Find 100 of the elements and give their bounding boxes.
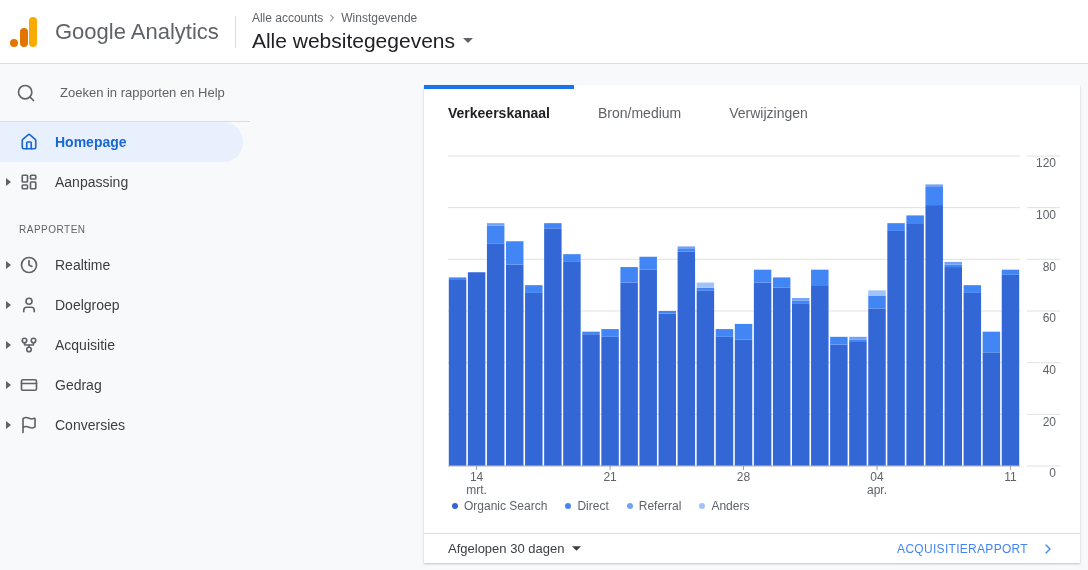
legend-label: Direct [577, 498, 609, 515]
period-selector[interactable]: Afgelopen 30 dagen [448, 538, 582, 559]
bar [982, 331, 1001, 353]
y-tick-label: 40 [1042, 362, 1056, 377]
chart-bar[interactable] [944, 261, 962, 466]
bar [925, 187, 943, 206]
chart-bar[interactable] [467, 272, 486, 466]
chart-bar[interactable] [696, 282, 715, 466]
nav-item[interactable]: Conversies [0, 405, 243, 445]
logo-icon [10, 16, 37, 47]
bar [887, 223, 905, 231]
nav-item[interactable]: Doelgroep [0, 285, 243, 325]
chart-bar[interactable] [486, 223, 505, 466]
legend-label: Organic Search [464, 498, 548, 515]
chart-bar[interactable] [963, 285, 982, 466]
chart-bar[interactable] [811, 269, 829, 466]
bar [982, 352, 1001, 466]
search-icon [16, 82, 36, 103]
chart-bar[interactable] [544, 223, 562, 466]
window-icon [20, 376, 38, 394]
chart-bar[interactable] [620, 267, 638, 466]
chart-bar[interactable] [868, 290, 886, 466]
bar [734, 323, 753, 340]
view-selector[interactable]: Alle websitegegevens [251, 26, 473, 55]
nav-item[interactable]: Aanpassing [0, 162, 243, 202]
chart-bar[interactable] [1001, 269, 1020, 466]
chart-bar[interactable] [849, 336, 867, 466]
chart-bar[interactable] [906, 215, 924, 466]
chart-bar[interactable] [792, 298, 810, 466]
bar [906, 215, 924, 224]
dashboard-icon [20, 173, 38, 191]
expand-caret-icon[interactable] [6, 421, 11, 429]
chart-bar[interactable] [639, 256, 657, 466]
expand-caret-icon[interactable] [6, 178, 11, 186]
bar [715, 329, 734, 337]
bar [620, 267, 638, 283]
chart-bar[interactable] [753, 269, 772, 466]
chart-bar[interactable] [506, 241, 524, 466]
y-tick-label: 60 [1042, 311, 1056, 326]
x-tick-label: 04 apr. [867, 470, 887, 497]
nav-item[interactable]: Gedrag [0, 365, 243, 405]
y-tick-label: 100 [1035, 207, 1056, 222]
clock-icon [20, 256, 38, 274]
nav-item[interactable]: Homepage [0, 122, 243, 162]
nav-item[interactable]: Realtime [0, 245, 243, 285]
y-tick-label: 20 [1042, 414, 1056, 429]
dropdown-caret-icon [463, 38, 473, 43]
nav-item[interactable]: Acquisitie [0, 325, 243, 365]
bar [506, 241, 524, 265]
product-name: Google Analytics [55, 18, 219, 46]
bar [830, 336, 848, 345]
bar [868, 295, 886, 309]
y-tick-label: 80 [1042, 259, 1056, 274]
chart-bar[interactable] [925, 184, 943, 466]
bar [658, 311, 676, 314]
y-tick-label: 0 [1049, 466, 1056, 481]
bar [563, 254, 581, 262]
bar [544, 223, 562, 229]
fork-icon [20, 336, 38, 354]
bar [525, 285, 543, 293]
tab[interactable]: Verwijzingen [705, 85, 832, 136]
expand-caret-icon[interactable] [6, 381, 11, 389]
legend-label: Referral [638, 498, 682, 515]
chart-bar[interactable] [830, 336, 848, 466]
breadcrumb-link[interactable]: Winstgevende [341, 8, 418, 27]
chart-bar[interactable] [658, 311, 676, 466]
expand-caret-icon[interactable] [6, 341, 11, 349]
chart-bar[interactable] [715, 329, 734, 466]
x-tick-label: 28 [736, 470, 751, 484]
x-tick-label: 14 mrt. [466, 470, 487, 497]
report-link[interactable]: ACQUISITIERAPPORT [897, 539, 1056, 558]
breadcrumb-link[interactable]: Alle accounts [251, 8, 324, 27]
bar [753, 269, 772, 283]
x-tick-label: 11 [1004, 470, 1017, 484]
bar [486, 223, 505, 226]
chart-bar[interactable] [525, 285, 543, 466]
dropdown-caret-icon [572, 546, 582, 551]
tab[interactable]: Bron/medium [574, 85, 706, 136]
chart-bar[interactable] [448, 277, 467, 466]
bar [601, 329, 619, 337]
chart-bar[interactable] [772, 277, 791, 466]
tab[interactable]: Verkeerskanaal [424, 85, 574, 136]
x-tick-label: 21 [603, 470, 617, 484]
bar [1001, 269, 1020, 275]
chart-bar[interactable] [677, 246, 696, 466]
bar [486, 225, 505, 244]
bar [772, 277, 791, 288]
expand-caret-icon[interactable] [6, 301, 11, 309]
bar [811, 269, 829, 286]
bar [639, 256, 657, 270]
expand-caret-icon[interactable] [6, 261, 11, 269]
home-icon [20, 133, 38, 151]
person-icon [20, 296, 38, 314]
bar [696, 282, 715, 288]
search-field[interactable]: Zoeken in rapporten en Help [60, 82, 225, 103]
bar [925, 184, 943, 187]
chart-bar[interactable] [982, 331, 1001, 466]
chart-bar[interactable] [734, 323, 753, 466]
bar [868, 290, 886, 296]
bar [448, 277, 467, 280]
